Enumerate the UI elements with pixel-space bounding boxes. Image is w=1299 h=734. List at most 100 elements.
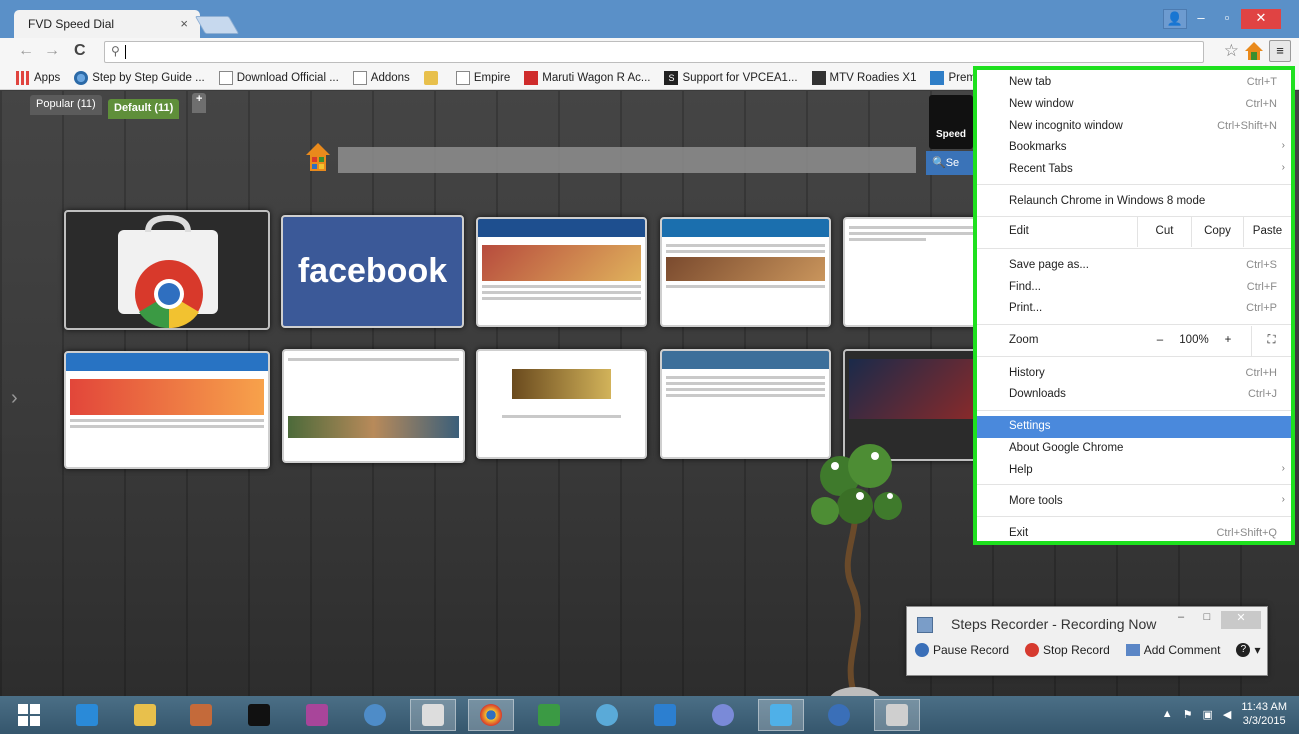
add-group-button[interactable]: + — [192, 93, 207, 113]
menu-item-help[interactable]: Help › — [977, 460, 1291, 482]
recorder-maximize-button[interactable]: □ — [1195, 611, 1219, 629]
chrome-store-icon — [118, 214, 218, 328]
bookmark-apps[interactable]: Apps — [16, 70, 60, 85]
network-tray-icon[interactable]: ▣ — [1202, 708, 1212, 721]
taskbar-globe-icon[interactable] — [584, 699, 630, 731]
menu-item-new-tab[interactable]: New tab Ctrl+T — [977, 72, 1291, 94]
add-comment-button[interactable]: Add Comment — [1125, 643, 1220, 657]
bookmark-addons[interactable]: Addons — [352, 70, 410, 85]
menu-item-find[interactable]: Find... Ctrl+F — [977, 277, 1291, 299]
minimize-button[interactable]: – — [1189, 9, 1213, 29]
menu-item-recent-tabs[interactable]: Recent Tabs › — [977, 159, 1291, 181]
back-button[interactable]: ← — [18, 42, 34, 60]
comment-icon — [1125, 644, 1140, 656]
title-bar: FVD Speed Dial × 👤 – ▫ ✕ — [0, 0, 1299, 38]
bookmark-empire[interactable]: Empire — [455, 70, 510, 85]
copy-button[interactable]: Copy — [1191, 217, 1243, 247]
menu-separator — [977, 184, 1291, 185]
tile-google[interactable] — [476, 349, 647, 459]
taskbar-cmd-icon[interactable] — [236, 699, 282, 731]
reload-button[interactable]: C — [74, 42, 86, 60]
taskbar-store-icon[interactable] — [526, 699, 572, 731]
speed-dial-search-input[interactable] — [338, 147, 916, 173]
fullscreen-icon[interactable]: ⛶ — [1251, 326, 1291, 356]
bookmark-mtv-roadies[interactable]: MTV Roadies X1 — [811, 70, 916, 85]
menu-separator — [977, 484, 1291, 485]
volume-icon[interactable]: ◀ — [1223, 708, 1231, 721]
maximize-button[interactable]: ▫ — [1215, 9, 1239, 29]
user-icon[interactable]: 👤 — [1163, 9, 1187, 29]
bookmark-folder[interactable] — [423, 70, 442, 85]
recorder-minimize-button[interactable]: – — [1169, 611, 1193, 629]
paste-button[interactable]: Paste — [1243, 217, 1291, 247]
taskbar-app-icon[interactable] — [178, 699, 224, 731]
taskbar-ie-icon[interactable] — [64, 699, 110, 731]
taskbar-qb-icon[interactable] — [816, 699, 862, 731]
taskbar-control-panel-icon[interactable] — [758, 699, 804, 731]
menu-separator — [977, 324, 1291, 325]
menu-zoom-row: Zoom – 100% + ⛶ — [977, 326, 1291, 356]
tile-iiitdm-website[interactable] — [476, 217, 647, 327]
menu-item-relaunch-win8[interactable]: Relaunch Chrome in Windows 8 mode — [977, 191, 1291, 213]
recorder-close-button[interactable]: ✕ — [1221, 611, 1261, 629]
menu-item-incognito[interactable]: New incognito window Ctrl+Shift+N — [977, 116, 1291, 138]
tile-chrome-web-store[interactable] — [64, 210, 270, 330]
menu-item-about-chrome[interactable]: About Google Chrome — [977, 438, 1291, 460]
left-expand-arrow[interactable]: › — [11, 387, 18, 410]
menu-item-new-window[interactable]: New window Ctrl+N — [977, 94, 1291, 116]
taskbar-chrome-icon[interactable] — [468, 699, 514, 731]
taskbar-mail-icon[interactable] — [642, 699, 688, 731]
tile-site-5[interactable] — [843, 217, 983, 327]
menu-item-more-tools[interactable]: More tools › — [977, 491, 1291, 513]
tile-flipkart[interactable] — [64, 351, 270, 469]
chrome-menu-button[interactable]: ≡ — [1269, 40, 1291, 62]
close-window-button[interactable]: ✕ — [1241, 9, 1281, 29]
bookmark-support-vpcea[interactable]: S Support for VPCEA1... — [664, 70, 798, 85]
forward-button[interactable]: → — [44, 42, 60, 60]
taskbar-steps-recorder-icon[interactable] — [410, 699, 456, 731]
zoom-out-button[interactable]: – — [1145, 326, 1175, 356]
cut-button[interactable]: Cut — [1137, 217, 1191, 247]
group-tab-popular[interactable]: Popular (11) — [30, 95, 102, 115]
bookmark-download-official[interactable]: Download Official ... — [218, 70, 339, 85]
tile-facebook[interactable]: facebook — [281, 215, 464, 328]
submenu-arrow-icon: › — [1281, 162, 1285, 173]
action-center-icon[interactable]: ⚑ — [1183, 708, 1193, 721]
tray-expand-icon[interactable]: ▲ — [1162, 708, 1173, 720]
tile-youtube[interactable] — [282, 349, 465, 463]
address-bar[interactable]: ⚲ — [104, 41, 1204, 63]
menu-item-settings[interactable]: Settings — [977, 416, 1291, 438]
menu-item-exit[interactable]: Exit Ctrl+Shift+Q — [977, 523, 1291, 545]
taskbar-calc-icon[interactable] — [294, 699, 340, 731]
help-button[interactable]: ? ▾ — [1236, 643, 1260, 657]
zoom-in-button[interactable]: + — [1213, 326, 1243, 356]
pause-record-button[interactable]: Pause Record — [915, 643, 1009, 657]
menu-item-history[interactable]: History Ctrl+H — [977, 363, 1291, 385]
menu-item-downloads[interactable]: Downloads Ctrl+J — [977, 384, 1291, 406]
taskbar-explorer-icon[interactable] — [122, 699, 168, 731]
taskbar-window-icon[interactable] — [874, 699, 920, 731]
zoom-label: Zoom — [1009, 334, 1039, 346]
taskbar-media-icon[interactable] — [700, 699, 746, 731]
taskbar-network-icon[interactable] — [352, 699, 398, 731]
start-button[interactable] — [18, 704, 40, 726]
help-dropdown-icon[interactable]: ▾ — [1254, 643, 1260, 657]
tab-close-icon[interactable]: × — [180, 16, 188, 31]
bookmark-maruti[interactable]: Maruti Wagon R Ac... — [524, 70, 650, 85]
tile-computer-centre[interactable] — [660, 217, 831, 327]
browser-tab[interactable]: FVD Speed Dial × — [14, 10, 200, 38]
fvd-home-icon[interactable] — [1243, 40, 1265, 62]
plant-decoration — [811, 444, 902, 715]
menu-item-save-page[interactable]: Save page as... Ctrl+S — [977, 255, 1291, 277]
bookmark-step-guide[interactable]: Step by Step Guide ... — [74, 70, 205, 85]
new-tab-button[interactable] — [194, 16, 240, 34]
bookmark-star-icon[interactable]: ☆ — [1224, 41, 1239, 61]
stop-record-button[interactable]: Stop Record — [1025, 643, 1110, 657]
speed-dial-search-button[interactable]: 🔍Se — [926, 151, 974, 175]
group-tab-default[interactable]: Default (11) — [108, 99, 180, 119]
clock[interactable]: 11:43 AM 3/3/2015 — [1241, 700, 1287, 728]
menu-item-print[interactable]: Print... Ctrl+P — [977, 298, 1291, 320]
steps-recorder-window: Steps Recorder - Recording Now – □ ✕ Pau… — [906, 606, 1268, 676]
menu-item-bookmarks[interactable]: Bookmarks › — [977, 137, 1291, 159]
red-icon — [524, 70, 539, 85]
